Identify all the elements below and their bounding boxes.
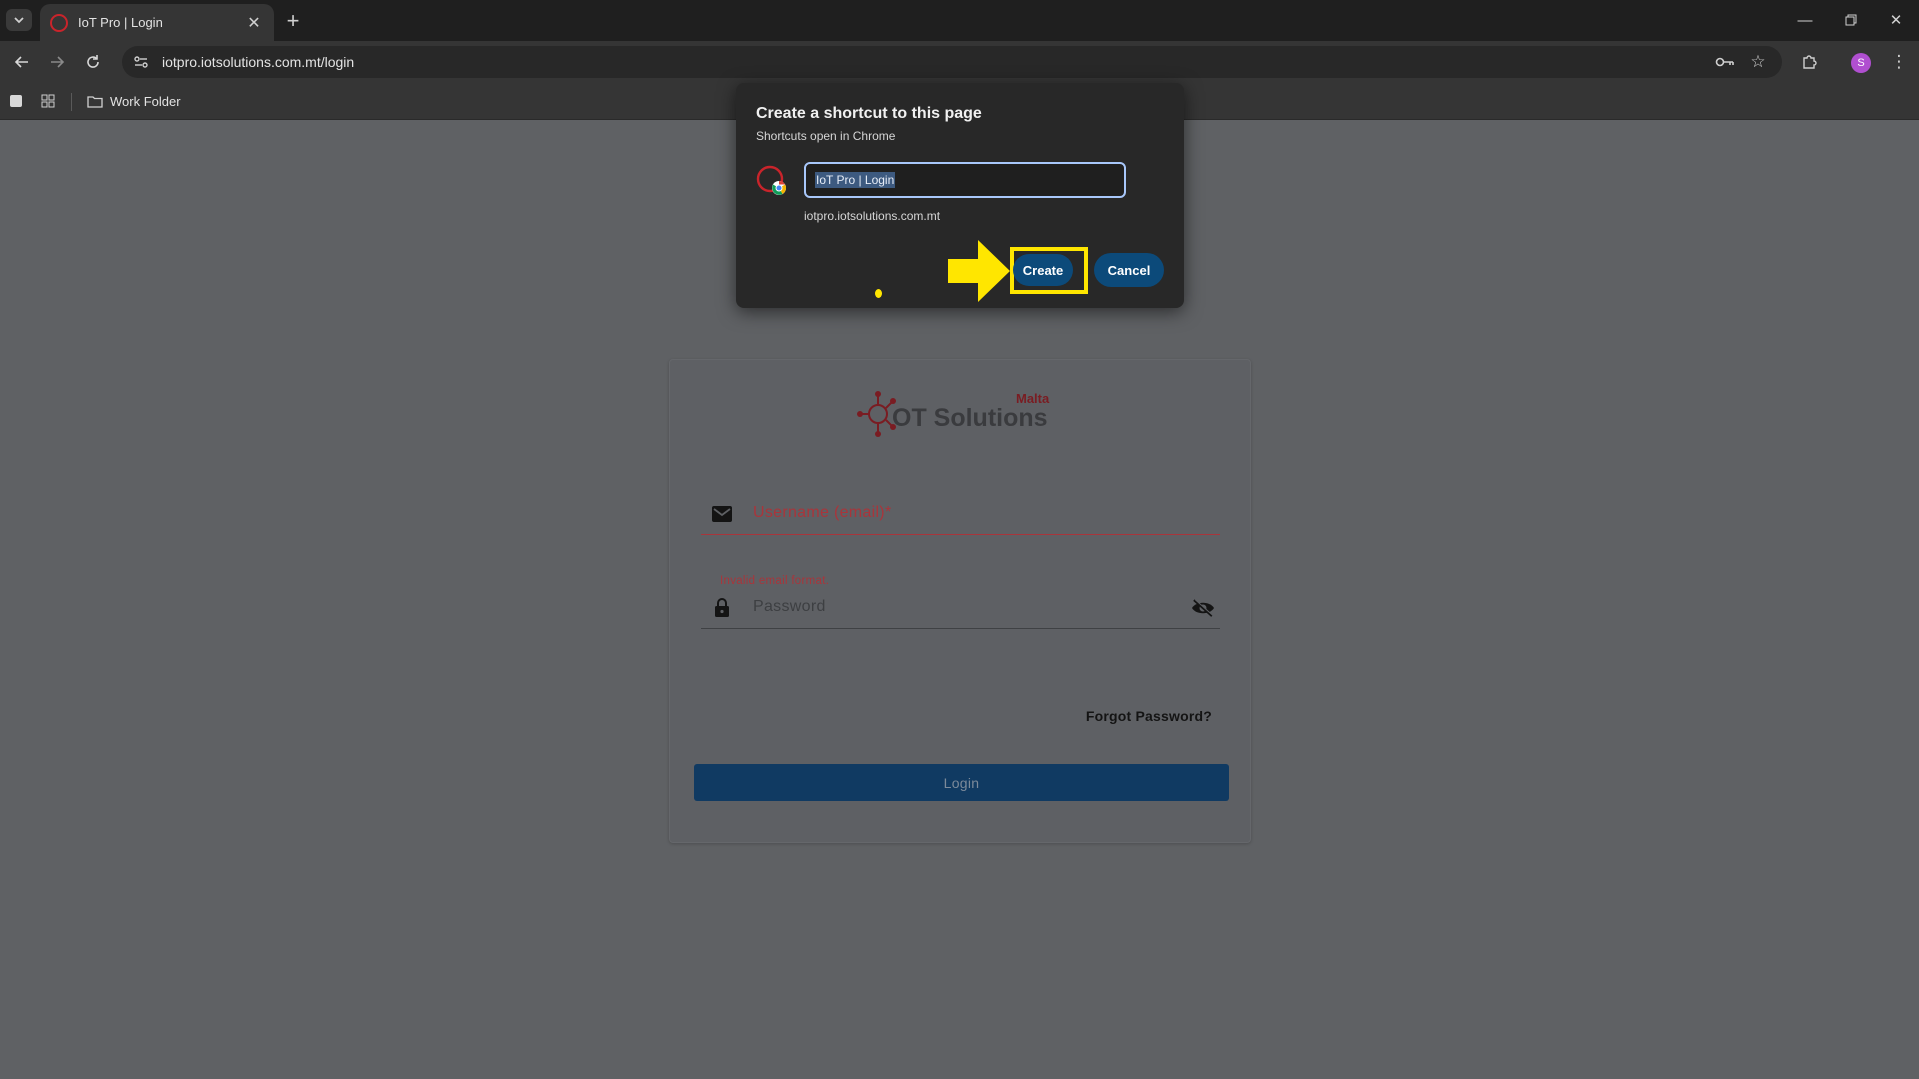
- username-field[interactable]: Username (email)*: [701, 493, 1220, 535]
- profile-avatar[interactable]: S: [1851, 53, 1871, 73]
- tab-groups-icon[interactable]: [6, 91, 26, 111]
- close-window-button[interactable]: ✕: [1873, 0, 1919, 40]
- forgot-password-link[interactable]: Forgot Password?: [1086, 708, 1212, 724]
- username-label: Username (email)*: [753, 504, 892, 521]
- bookmarks-divider: [71, 93, 72, 111]
- site-info-icon[interactable]: [126, 49, 156, 75]
- folder-icon: [87, 95, 103, 108]
- new-tab-button[interactable]: +: [280, 8, 306, 34]
- shortcut-site-url: iotpro.iotsolutions.com.mt: [804, 209, 941, 223]
- tab-iot-pro-login[interactable]: IoT Pro | Login ✕: [40, 4, 274, 41]
- yellow-arrow-icon: [948, 240, 1012, 302]
- more-menu-icon[interactable]: ⋮: [1886, 49, 1912, 75]
- create-shortcut-dialog: Create a shortcut to this page Shortcuts…: [736, 83, 1184, 308]
- password-field[interactable]: Password: [701, 587, 1220, 629]
- chevron-down-icon: [14, 17, 24, 24]
- shortcut-name-input[interactable]: IoT Pro | Login: [804, 162, 1126, 198]
- tab-search-button[interactable]: [6, 9, 32, 31]
- site-favicon-icon: [50, 13, 68, 32]
- create-button[interactable]: Create: [1013, 254, 1073, 286]
- logo-wordmark: OT Solutions: [892, 404, 1048, 432]
- username-error-text: Invalid email format.: [720, 575, 830, 587]
- dialog-subtitle: Shortcuts open in Chrome: [756, 129, 896, 143]
- login-card: OT Solutions Malta Username (email)* Inv…: [669, 359, 1251, 843]
- lock-icon: [711, 597, 733, 619]
- login-button[interactable]: Login: [694, 764, 1229, 801]
- apps-grid-icon[interactable]: [38, 91, 58, 111]
- forward-arrow-icon: [51, 56, 65, 68]
- close-icon[interactable]: ✕: [244, 13, 264, 33]
- back-button[interactable]: [8, 48, 36, 76]
- minimize-button[interactable]: —: [1782, 0, 1828, 40]
- username-underline: [701, 534, 1220, 535]
- dialog-title: Create a shortcut to this page: [756, 105, 982, 122]
- bookmark-star-icon[interactable]: ☆: [1745, 49, 1771, 75]
- url-text: iotpro.iotsolutions.com.mt/login: [162, 54, 355, 70]
- browser-toolbar: iotpro.iotsolutions.com.mt/login ☆ S ⋮: [0, 41, 1919, 83]
- forward-button[interactable]: [43, 48, 71, 76]
- reload-icon: [87, 55, 99, 68]
- email-icon: [711, 503, 733, 525]
- cancel-button[interactable]: Cancel: [1094, 253, 1164, 287]
- password-key-icon[interactable]: [1712, 49, 1738, 75]
- cursor-indicator: [875, 289, 882, 298]
- bookmark-folder-label: Work Folder: [110, 93, 181, 109]
- iot-solutions-logo: OT Solutions Malta: [856, 388, 1066, 442]
- restore-icon: [1845, 14, 1857, 26]
- visibility-off-icon[interactable]: [1190, 597, 1216, 619]
- reload-button[interactable]: [79, 48, 107, 76]
- logo-subtitle: Malta: [1016, 391, 1050, 406]
- back-arrow-icon: [14, 56, 28, 68]
- password-underline: [701, 628, 1220, 629]
- site-shortcut-icon: [756, 165, 788, 197]
- address-bar[interactable]: iotpro.iotsolutions.com.mt/login: [122, 46, 1782, 78]
- bookmark-folder-work[interactable]: Work Folder: [87, 89, 181, 113]
- shortcut-name-value: IoT Pro | Login: [815, 172, 896, 188]
- restore-button[interactable]: [1828, 0, 1874, 40]
- password-label: Password: [753, 598, 826, 615]
- tab-title: IoT Pro | Login: [78, 15, 163, 30]
- extensions-puzzle-icon[interactable]: [1796, 49, 1822, 75]
- tab-strip: IoT Pro | Login ✕ + — ✕: [0, 0, 1919, 41]
